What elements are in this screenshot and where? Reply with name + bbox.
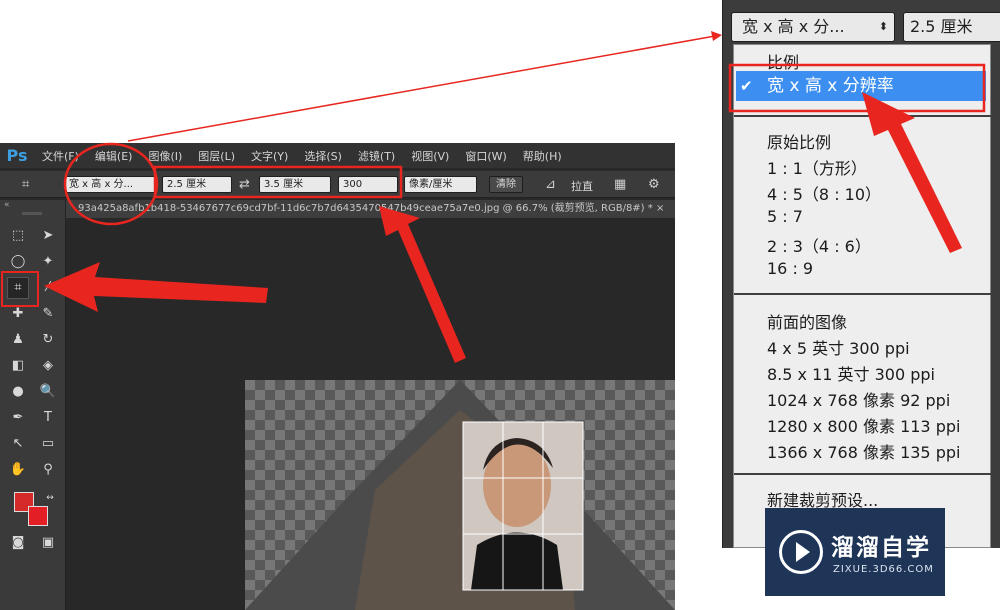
menu-window[interactable]: 窗口(W) xyxy=(457,148,514,164)
eraser-icon[interactable]: ◧ xyxy=(8,356,28,376)
document-canvas[interactable] xyxy=(245,380,675,610)
menu-item[interactable]: 5 : 7 xyxy=(767,207,803,226)
eyedropper-icon[interactable]: ⁄ xyxy=(38,278,58,298)
magic-wand-icon[interactable]: ✦ xyxy=(38,252,58,272)
ratio-dropdown[interactable]: 宽 x 高 x 分... ⬍ xyxy=(731,12,895,42)
document-tab[interactable]: 93a425a8afb1b418-53467677c69cd7bf-11d6c7… xyxy=(66,200,675,218)
ratio-select[interactable]: 宽 x 高 x 分... xyxy=(64,176,156,193)
screen-mode-icon[interactable]: ▣ xyxy=(38,533,58,553)
panel-grip[interactable] xyxy=(22,212,42,215)
connector-arrowhead xyxy=(711,31,722,41)
gear-icon[interactable]: ⚙ xyxy=(648,176,660,193)
menu-item-selected[interactable]: ✔ 宽 x 高 x 分辨率 xyxy=(736,71,986,101)
options-bar: ⌗ 宽 x 高 x 分... 2.5 厘米 ⇄ 3.5 厘米 300 像素/厘米… xyxy=(0,170,675,198)
background-color-swatch[interactable] xyxy=(28,506,48,526)
path-select-icon[interactable]: ↖ xyxy=(8,434,28,454)
dodge-icon[interactable]: 🔍 xyxy=(38,382,58,402)
menu-bar: Ps 文件(F) 编辑(E) 图像(I) 图层(L) 文字(Y) 选择(S) 滤… xyxy=(0,143,675,168)
photoshop-window: Ps 文件(F) 编辑(E) 图像(I) 图层(L) 文字(Y) 选择(S) 滤… xyxy=(0,143,675,610)
zoom-tool-icon[interactable]: ⚲ xyxy=(38,460,58,480)
menu-divider xyxy=(734,293,992,295)
menu-item[interactable]: 前面的图像 xyxy=(767,309,847,333)
height-input[interactable]: 3.5 厘米 xyxy=(259,176,331,193)
tools-panel: « ⬚ ➤ ◯ ✦ ⌗ ⁄ ✚ ✎ ♟ ↻ ◧ ◈ ● 🔍 ✒ T ↖ ▭ ✋ … xyxy=(0,200,66,610)
crop-tool-icon[interactable]: ⌗ xyxy=(22,176,29,193)
rectangle-tool-icon[interactable]: ▭ xyxy=(38,434,58,454)
dropdown-panel: 宽 x 高 x 分... ⬍ 2.5 厘米 比例 ✔ 宽 x 高 x 分辨率 原… xyxy=(722,0,1000,548)
watermark: 溜溜自学 ZIXUE.3D66.COM xyxy=(765,508,945,596)
watermark-name: 溜溜自学 xyxy=(831,535,931,561)
straighten-label[interactable]: 拉直 xyxy=(571,178,593,194)
menu-edit[interactable]: 编辑(E) xyxy=(87,148,141,164)
resolution-input[interactable]: 300 xyxy=(338,176,398,193)
menu-filter[interactable]: 滤镜(T) xyxy=(350,148,403,164)
healing-brush-icon[interactable]: ✚ xyxy=(8,304,28,324)
swap-icon[interactable]: ⇄ xyxy=(239,176,250,193)
menu-item[interactable]: 2 : 3（4 : 6） xyxy=(767,233,871,257)
width-value-input[interactable]: 2.5 厘米 xyxy=(903,12,1000,42)
menu-item[interactable]: 1366 x 768 像素 135 ppi xyxy=(767,439,960,463)
menu-help[interactable]: 帮助(H) xyxy=(515,148,570,164)
ps-logo: Ps xyxy=(6,146,28,165)
grid-overlay-icon[interactable]: ▦ xyxy=(614,176,626,193)
menu-item[interactable]: 16 : 9 xyxy=(767,259,813,278)
menu-item[interactable]: 1280 x 800 像素 113 ppi xyxy=(767,413,960,437)
history-brush-icon[interactable]: ↻ xyxy=(38,330,58,350)
menu-file[interactable]: 文件(F) xyxy=(34,148,87,164)
menu-item[interactable]: 4 x 5 英寸 300 ppi xyxy=(767,335,910,359)
ratio-dropdown-value: 宽 x 高 x 分... xyxy=(742,17,845,36)
paint-bucket-icon[interactable]: ◈ xyxy=(38,356,58,376)
menu-divider xyxy=(734,115,992,117)
menu-select[interactable]: 选择(S) xyxy=(296,148,350,164)
ratio-menu: 比例 ✔ 宽 x 高 x 分辨率 原始比例 1 : 1（方形） 4 : 5（8 … xyxy=(733,44,992,548)
menu-type[interactable]: 文字(Y) xyxy=(243,148,296,164)
check-icon: ✔ xyxy=(740,77,753,95)
menu-item[interactable]: 8.5 x 11 英寸 300 ppi xyxy=(767,361,935,385)
blur-icon[interactable]: ● xyxy=(8,382,28,402)
menu-item[interactable]: 原始比例 xyxy=(767,129,831,153)
crop-tool-button-icon[interactable]: ⌗ xyxy=(7,277,29,299)
menu-divider xyxy=(734,473,992,475)
stamp-icon[interactable]: ♟ xyxy=(8,330,28,350)
move-tool-icon[interactable]: ➤ xyxy=(38,226,58,246)
unit-select[interactable]: 像素/厘米 xyxy=(404,176,477,193)
marquee-tool-icon[interactable]: ⬚ xyxy=(8,226,28,246)
shirt-shape xyxy=(471,532,563,590)
quick-mask-icon[interactable]: ◙ xyxy=(8,533,28,553)
menu-item[interactable]: 1024 x 768 像素 92 ppi xyxy=(767,387,950,411)
menu-layer[interactable]: 图层(L) xyxy=(190,148,243,164)
chevron-updown-icon: ⬍ xyxy=(878,20,888,33)
swap-colors-icon[interactable]: ↔ xyxy=(40,488,60,508)
clear-button[interactable]: 清除 xyxy=(489,176,523,193)
straighten-icon[interactable]: ⊿ xyxy=(545,176,556,193)
collapse-icon[interactable]: « xyxy=(4,200,10,210)
menu-item[interactable]: 1 : 1（方形） xyxy=(767,155,867,179)
menu-item-label: 宽 x 高 x 分辨率 xyxy=(767,76,894,96)
play-logo-icon xyxy=(779,530,823,574)
canvas-area[interactable] xyxy=(67,218,675,610)
brush-icon[interactable]: ✎ xyxy=(38,304,58,324)
menu-item[interactable]: 4 : 5（8 : 10） xyxy=(767,181,881,205)
lasso-tool-icon[interactable]: ◯ xyxy=(8,252,28,272)
menu-image[interactable]: 图像(I) xyxy=(140,148,190,164)
pen-icon[interactable]: ✒ xyxy=(8,408,28,428)
text-tool-icon[interactable]: T xyxy=(38,408,58,428)
menu-header-ratio: 比例 xyxy=(767,53,800,72)
photo-preview xyxy=(245,380,675,610)
watermark-url: ZIXUE.3D66.COM xyxy=(833,564,934,575)
width-input[interactable]: 2.5 厘米 xyxy=(162,176,232,193)
hand-tool-icon[interactable]: ✋ xyxy=(8,460,28,480)
connector-line xyxy=(127,35,716,142)
menu-view[interactable]: 视图(V) xyxy=(403,148,457,164)
